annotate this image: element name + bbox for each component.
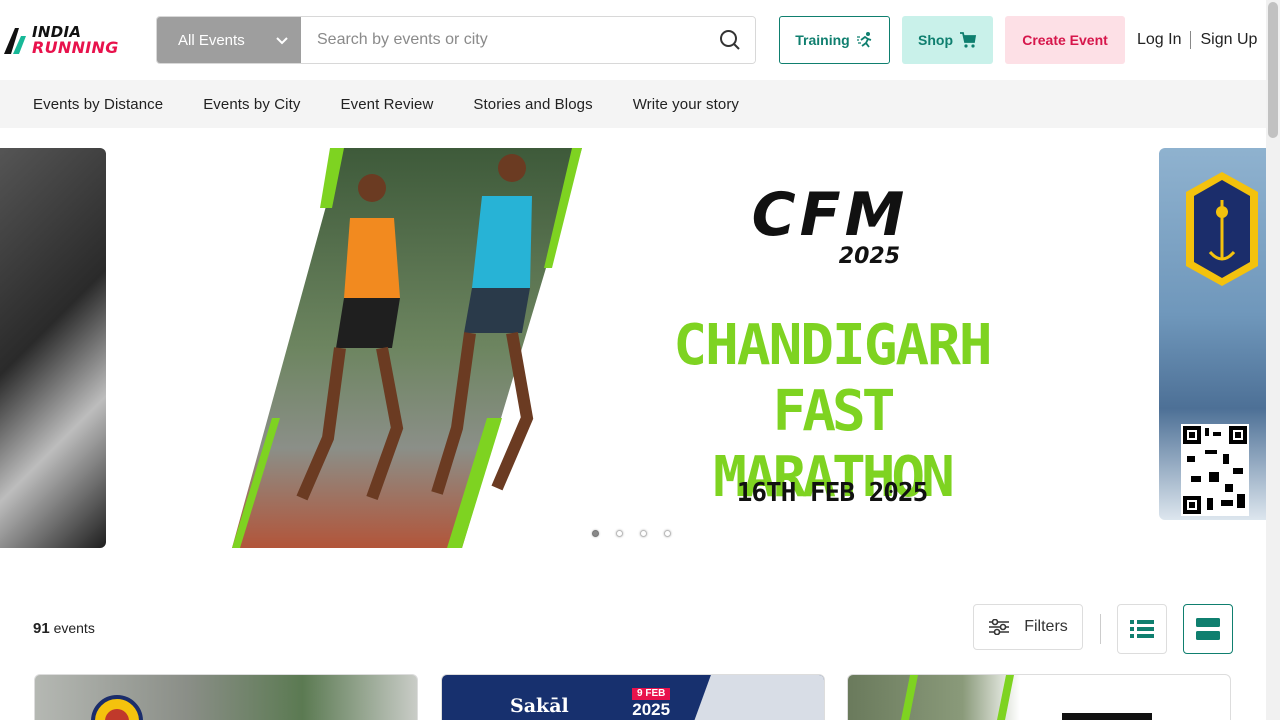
events-count: 91 events	[33, 620, 95, 637]
event-card[interactable]	[847, 674, 1231, 720]
carousel-active-slide[interactable]: CFM 2025 CHANDIGARH FAST MARATHON 16TH F…	[232, 148, 1022, 548]
carousel-dot-1[interactable]	[592, 530, 599, 537]
carousel-dot-4[interactable]	[664, 530, 671, 537]
nav-item-event-review[interactable]: Event Review	[340, 96, 433, 113]
qr-code-icon	[1181, 424, 1249, 516]
events-count-label: events	[53, 620, 95, 636]
create-event-button-label: Create Event	[1022, 32, 1108, 48]
banner-carousel: CFM 2025 CHANDIGARH FAST MARATHON 16TH F…	[0, 148, 1266, 548]
search-button[interactable]	[705, 17, 755, 63]
card-date-badge: 9 FEB 2025	[632, 683, 671, 719]
auth-links: Log In Sign Up	[1137, 30, 1257, 50]
list-view-toggle[interactable]	[1117, 604, 1167, 654]
category-dropdown-value: All Events	[178, 31, 245, 49]
shop-button[interactable]: Shop	[902, 16, 993, 64]
cfm-event-logo: CFM 2025	[730, 184, 930, 268]
cfm-logo-text: CFM	[751, 180, 909, 250]
search-icon	[720, 30, 740, 50]
runner-logo-icon	[4, 28, 26, 54]
logo-wordmark: INDIA RUNNING	[32, 25, 119, 57]
carousel-prev-slide[interactable]	[0, 148, 106, 548]
event-card[interactable]: Sakāl 9 FEB 2025	[441, 674, 825, 720]
filters-button-label: Filters	[1024, 618, 1068, 635]
auth-divider	[1190, 31, 1192, 49]
nav-item-write-your-story[interactable]: Write your story	[633, 96, 739, 113]
list-view-icon	[1130, 620, 1154, 638]
card-year: 2025	[632, 700, 671, 719]
event-title-line-1: CHANDIGARH	[673, 313, 992, 378]
signup-link[interactable]: Sign Up	[1200, 31, 1257, 49]
search-input[interactable]	[301, 17, 705, 63]
filters-button[interactable]: Filters	[973, 604, 1083, 650]
sliders-icon	[989, 619, 1010, 635]
carousel-next-slide[interactable]	[1159, 148, 1266, 520]
category-dropdown[interactable]: All Events	[157, 17, 301, 63]
logo-line-2: RUNNING	[32, 38, 119, 57]
card-view-toggle[interactable]	[1183, 604, 1233, 654]
top-header: INDIA RUNNING All Events Training	[0, 0, 1266, 80]
event-logo-icon	[91, 695, 143, 720]
card-date: 9 FEB	[632, 688, 671, 700]
carousel-dot-3[interactable]	[640, 530, 647, 537]
nav-item-stories-and-blogs[interactable]: Stories and Blogs	[473, 96, 592, 113]
scrollbar-thumb[interactable]	[1268, 2, 1278, 138]
card-view-icon	[1196, 618, 1220, 640]
card-image-strip	[689, 675, 824, 720]
create-event-button[interactable]: Create Event	[1005, 16, 1125, 64]
sakal-brand: Sakāl	[510, 695, 569, 717]
runners-photo-illustration	[232, 148, 582, 548]
training-button-label: Training	[795, 32, 850, 48]
toolbar-divider	[1100, 614, 1101, 644]
chevron-down-icon	[276, 37, 288, 45]
shopping-cart-icon	[960, 32, 977, 48]
event-date: 16TH FEB 2025	[736, 478, 929, 508]
login-link[interactable]: Log In	[1137, 31, 1181, 49]
event-card[interactable]	[34, 674, 418, 720]
cfm-card-graphic	[901, 675, 1152, 720]
nav-item-events-by-city[interactable]: Events by City	[203, 96, 300, 113]
training-button[interactable]: Training	[779, 16, 890, 64]
running-person-icon	[856, 32, 872, 48]
search-bar: All Events	[156, 16, 756, 64]
events-count-number: 91	[33, 620, 50, 637]
navy-emblem-icon	[1186, 172, 1258, 286]
nav-item-events-by-distance[interactable]: Events by Distance	[33, 96, 163, 113]
carousel-pagination	[592, 530, 671, 537]
carousel-dot-2[interactable]	[616, 530, 623, 537]
main-nav: Events by Distance Events by City Event …	[0, 80, 1266, 128]
india-running-logo[interactable]: INDIA RUNNING	[2, 22, 132, 58]
page: INDIA RUNNING All Events Training	[0, 0, 1280, 720]
shop-button-label: Shop	[918, 32, 953, 48]
